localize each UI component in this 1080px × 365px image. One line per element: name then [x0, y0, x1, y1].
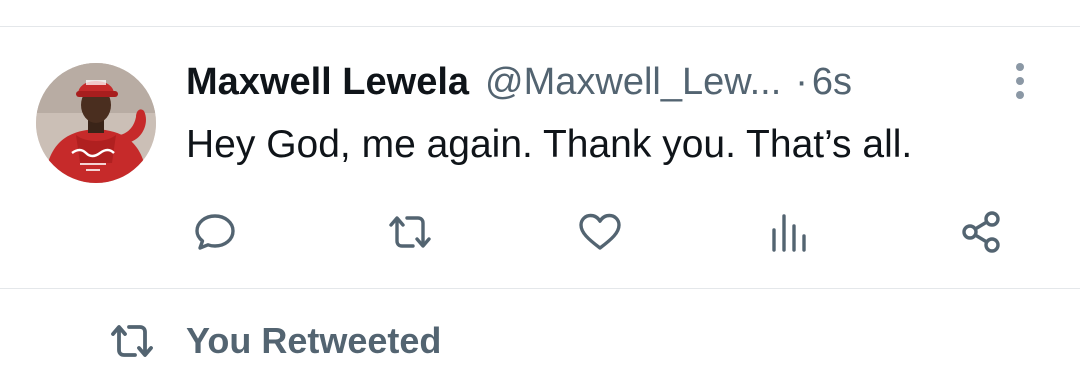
retweet-icon — [111, 325, 153, 357]
reply-button[interactable] — [191, 208, 239, 256]
heart-icon — [579, 213, 621, 250]
author-handle[interactable]: @Maxwell_Lew... — [485, 58, 781, 106]
tweet-text: Hey God, me again. Thank you. That’s all… — [186, 123, 913, 166]
like-button[interactable] — [576, 208, 624, 256]
share-button[interactable] — [958, 208, 1006, 256]
profile-photo-icon — [36, 63, 156, 183]
share-icon — [962, 211, 1000, 253]
tweet-divider — [0, 288, 1080, 289]
retweet-button[interactable] — [386, 208, 434, 256]
social-context-label: You Retweeted — [186, 320, 442, 361]
bar-chart-icon — [772, 214, 806, 252]
comment-bubble-icon — [195, 214, 235, 250]
retweet-icon — [389, 216, 431, 248]
tweet-timestamp[interactable]: 6s — [812, 58, 852, 106]
avatar[interactable] — [36, 63, 156, 183]
more-vertical-icon — [1016, 63, 1024, 99]
views-button[interactable] — [766, 208, 814, 256]
author-display-name[interactable]: Maxwell Lewela — [186, 58, 469, 106]
separator-dot: · — [795, 61, 808, 103]
tweet-header: Maxwell Lewela @Maxwell_Lew... · 6s — [186, 58, 852, 106]
top-divider — [0, 26, 1080, 27]
more-options-button[interactable] — [1004, 60, 1036, 102]
retweet-social-context[interactable]: You Retweeted — [108, 318, 441, 364]
